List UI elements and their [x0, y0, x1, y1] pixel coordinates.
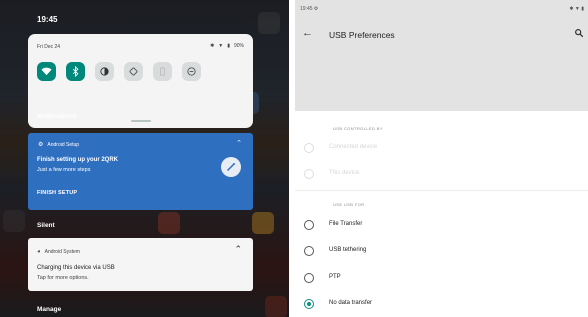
manage-button[interactable]: Manage [37, 306, 61, 313]
notification-title: Finish setting up your 2QRK [37, 157, 119, 163]
option-file-transfer[interactable]: File Transfer [295, 215, 588, 235]
background-app-icon [3, 210, 25, 232]
app-bar: 19:45 ⚙ ✱ ▼ ▮ ← USB Preferences [295, 0, 588, 111]
android-system-icon: ◕ [37, 249, 41, 255]
wifi-tile[interactable] [37, 62, 56, 81]
option-ptp[interactable]: PTP [295, 268, 588, 288]
option-label: No data transfer [329, 300, 373, 306]
status-bar-icons: ✱ ▼ ▮ [569, 6, 584, 12]
usb-preferences-screen: 19:45 ⚙ ✱ ▼ ▮ ← USB Preferences USB CONT… [295, 0, 588, 317]
wifi-icon [41, 67, 52, 76]
radio-button[interactable] [304, 143, 314, 153]
notification-title: Charging this device via USB [37, 265, 115, 271]
setup-wizard-icon [221, 157, 241, 177]
battery-saver-icon [160, 67, 165, 76]
option-label: USB tethering [329, 247, 367, 253]
radio-button-selected[interactable] [304, 299, 314, 309]
usb-charging-notification[interactable]: ◕ Android System ⌃ Charging this device … [28, 238, 253, 291]
use-usb-for-header: USE USB FOR [333, 202, 365, 207]
option-label: Connected device [329, 144, 378, 150]
option-usb-tethering[interactable]: USB tethering [295, 241, 588, 261]
notifications-header: Notifications [37, 113, 77, 120]
radio-button[interactable] [304, 169, 314, 179]
background-app-icon [158, 212, 180, 234]
notification-subtitle: Just a few more steps [37, 167, 91, 173]
auto-rotate-tile[interactable] [124, 62, 143, 81]
silent-header: Silent [37, 222, 55, 229]
android-setup-notification[interactable]: ⚙ Android Setup ⌃ Finish setting up your… [28, 133, 253, 210]
usb-controlled-by-header: USB CONTROLLED BY [333, 126, 383, 131]
background-app-icon [265, 296, 287, 317]
notification-app-name: Android Setup [47, 141, 80, 148]
option-connected-device[interactable]: Connected device [295, 138, 588, 158]
background-app-icon [252, 212, 274, 234]
section-divider [295, 190, 588, 191]
notification-app-name: Android System [44, 249, 80, 255]
settings-gear-icon: ⚙ [38, 142, 44, 148]
finish-setup-button[interactable]: FINISH SETUP [37, 190, 77, 196]
battery-saver-tile[interactable] [153, 62, 172, 81]
option-this-device[interactable]: This device [295, 164, 588, 184]
bluetooth-status-icon: ✱ [210, 43, 215, 49]
status-bar-time: 19:45 [37, 15, 58, 24]
notification-shade: 19:45 Fri Dec 24 ✱ ▼ ▮ 90% Notifications… [0, 0, 289, 317]
settings-status-icon: ⚙ [313, 6, 319, 12]
search-icon[interactable] [574, 28, 584, 38]
page-title: USB Preferences [329, 30, 395, 40]
option-label: This device [329, 170, 360, 176]
quick-settings-status: ✱ ▼ ▮ 90% [210, 43, 244, 49]
bluetooth-tile[interactable] [66, 62, 85, 81]
quick-settings-handle[interactable] [130, 120, 151, 122]
option-no-data-transfer[interactable]: No data transfer [295, 294, 588, 314]
chevron-up-icon[interactable]: ⌃ [236, 139, 242, 147]
option-label: PTP [329, 274, 341, 280]
bluetooth-icon [72, 66, 79, 77]
do-not-disturb-tile[interactable] [182, 62, 201, 81]
wifi-status-icon: ▼ [218, 43, 224, 49]
radio-button[interactable] [304, 273, 314, 283]
quick-settings-date: Fri Dec 24 [37, 44, 61, 50]
background-app-icon [258, 12, 280, 34]
chevron-up-icon[interactable]: ⌃ [234, 244, 242, 255]
invert-colors-icon [100, 67, 109, 76]
battery-percent: 90% [233, 43, 244, 49]
notification-subtitle: Tap for more options. [37, 275, 89, 281]
back-arrow-icon[interactable]: ← [302, 27, 313, 39]
option-label: File Transfer [329, 221, 363, 227]
do-not-disturb-icon [187, 67, 196, 76]
status-bar-time: 19:45 ⚙ [300, 6, 319, 12]
battery-icon: ▮ [227, 43, 230, 49]
radio-button[interactable] [304, 220, 314, 230]
radio-button[interactable] [304, 246, 314, 256]
auto-rotate-icon [129, 67, 138, 76]
invert-colors-tile[interactable] [95, 62, 114, 81]
